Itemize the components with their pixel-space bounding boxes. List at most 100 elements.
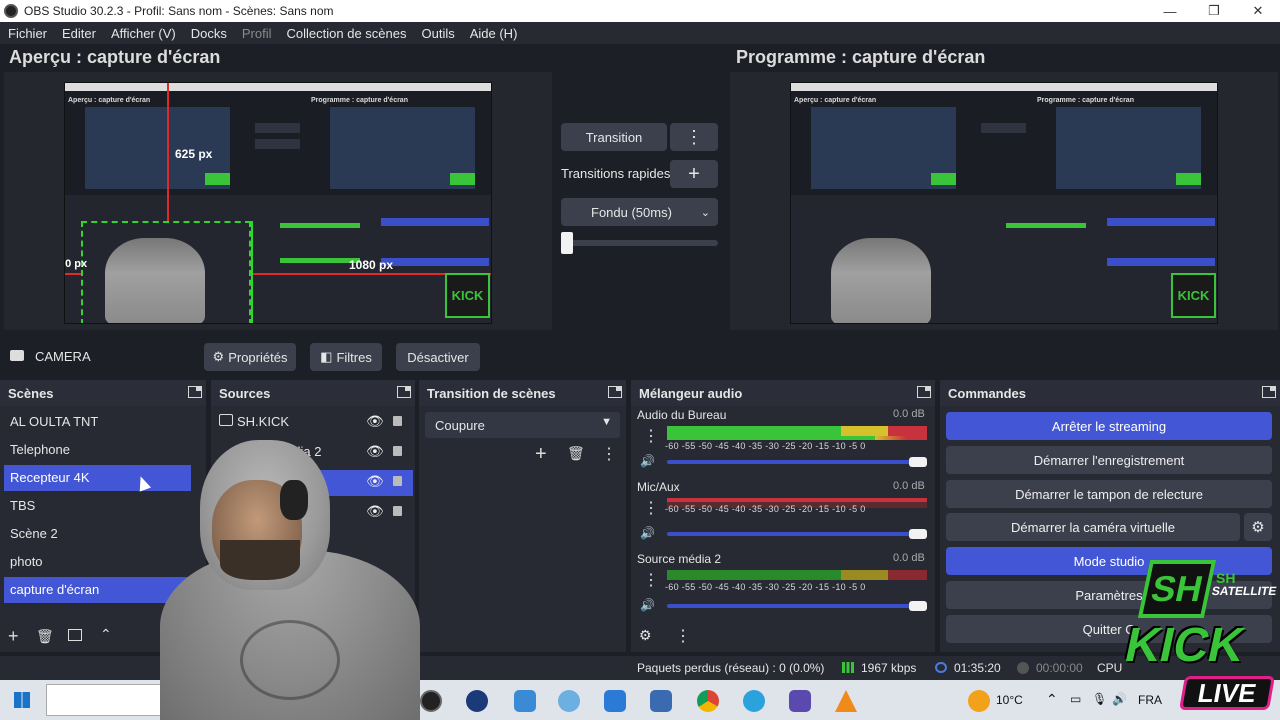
chrome-icon[interactable] (697, 690, 719, 712)
start-recording-button[interactable]: Démarrer l'enregistrement (946, 446, 1272, 474)
menu-afficher[interactable]: Afficher (V) (111, 26, 176, 41)
menu-editer[interactable]: Editer (62, 26, 96, 41)
add-transition-icon[interactable]: + (535, 443, 547, 466)
maximize-button[interactable]: ❐ (1192, 0, 1236, 22)
speaker-icon[interactable]: 🔊 (640, 598, 655, 612)
undock-icon[interactable] (917, 386, 931, 398)
logo-satellite: SATELLITE (1210, 584, 1278, 598)
start-replay-buffer-button[interactable]: Démarrer le tampon de relecture (946, 480, 1272, 508)
quick-transitions-label: Transitions rapides (561, 166, 671, 181)
app-taskbar-icon[interactable] (558, 690, 580, 712)
app-taskbar-icon[interactable] (466, 690, 488, 712)
volume-knob[interactable] (909, 601, 927, 611)
track-menu-icon[interactable]: ⋮ (643, 570, 659, 590)
deactivate-button[interactable]: Désactiver (396, 343, 480, 371)
speaker-icon[interactable]: 🔊 (640, 454, 655, 468)
app-taskbar-icon[interactable] (650, 690, 672, 712)
nested-preview-title-2: Aperçu : capture d'écran (794, 97, 877, 104)
streaming-icon (935, 662, 947, 673)
volume-knob[interactable] (909, 529, 927, 539)
transition-select-value: Coupure (435, 418, 485, 433)
fade-transition-dropdown[interactable]: Fondu (50ms) ⌄ (561, 198, 718, 226)
add-scene-icon[interactable]: + (8, 626, 19, 647)
volume-meter (667, 570, 927, 580)
stream-time: 01:35:20 (954, 661, 1001, 675)
weather-icon (968, 690, 990, 712)
program-frame: Aperçu : capture d'écran Programme : cap… (790, 82, 1218, 324)
sources-title: Sources (219, 386, 271, 401)
volume-slider[interactable] (667, 532, 925, 536)
transition-button[interactable]: Transition (561, 123, 667, 151)
calculator-icon[interactable] (604, 690, 626, 712)
audio-mixer-dock: Mélangeur audio Audio du Bureau 0.0 dB ⋮… (631, 380, 935, 652)
network-icon[interactable]: ▭ (1070, 692, 1081, 706)
menu-outils[interactable]: Outils (421, 26, 454, 41)
start-virtual-camera-button[interactable]: Démarrer la caméra virtuelle (946, 513, 1240, 541)
menu-collection[interactable]: Collection de scènes (287, 26, 407, 41)
close-button[interactable]: ✕ (1236, 0, 1280, 22)
trash-icon[interactable]: 🗑 (36, 628, 54, 645)
lock-icon[interactable] (393, 416, 402, 426)
scene-filter-icon[interactable] (68, 629, 82, 641)
app-taskbar-icon[interactable] (514, 690, 536, 712)
track-menu-icon[interactable]: ⋮ (643, 498, 659, 518)
transitions-title: Transition de scènes (427, 386, 556, 401)
add-quick-transition-icon[interactable]: + (670, 160, 718, 188)
record-time: 00:00:00 (1036, 661, 1083, 675)
filters-label: Filtres (336, 349, 372, 365)
undock-icon[interactable] (1262, 386, 1276, 398)
filter-icon: ◧ (320, 349, 333, 364)
chevron-down-icon: ⌄ (700, 206, 710, 219)
source-item-label[interactable]: SH.KICK (237, 414, 289, 429)
track-name: Source média 2 (637, 552, 722, 566)
preview-frame[interactable]: Aperçu : capture d'écran Programme : cap… (64, 82, 492, 324)
menu-docks[interactable]: Docks (191, 26, 227, 41)
signal-icon (842, 662, 854, 673)
menu-bar: Fichier Editer Afficher (V) Docks Profil… (0, 22, 1280, 44)
undock-icon[interactable] (608, 386, 622, 398)
menu-profil[interactable]: Profil (242, 26, 272, 41)
obs-taskbar-icon[interactable] (420, 690, 442, 712)
menu-fichier[interactable]: Fichier (8, 26, 47, 41)
webcam-overlay (160, 440, 420, 720)
track-db: 0.0 dB (893, 480, 925, 492)
window-titlebar: OBS Studio 30.2.3 - Profil: Sans nom - S… (0, 0, 1280, 22)
nested-preview-title: Aperçu : capture d'écran (68, 97, 151, 104)
tbar-slider[interactable] (561, 240, 718, 246)
tray-expand-icon[interactable]: ⌃ (1046, 691, 1058, 708)
filters-button[interactable]: ◧ Filtres (310, 343, 382, 371)
scene-item[interactable]: AL OULTA TNT (4, 409, 191, 435)
remove-transition-icon[interactable]: 🗑 (567, 445, 585, 462)
windows-start-icon[interactable] (14, 692, 30, 708)
virtual-camera-settings-icon[interactable]: ⚙ (1244, 513, 1272, 541)
transition-select[interactable]: Coupure ▼ (425, 412, 620, 438)
transition-properties-icon[interactable]: ⋮ (601, 444, 617, 464)
mixer-settings-icon[interactable]: ⚙ (639, 627, 652, 644)
commands-title: Commandes (948, 386, 1027, 401)
volume-knob[interactable] (909, 457, 927, 467)
track-menu-icon[interactable]: ⋮ (643, 426, 659, 446)
microphone-icon[interactable]: 🎙 (1092, 692, 1107, 706)
tbar-handle[interactable] (561, 232, 573, 254)
speaker-icon[interactable]: 🔊 (640, 526, 655, 540)
app-taskbar-icon[interactable] (789, 690, 811, 712)
mixer-menu-icon[interactable]: ⋮ (675, 626, 691, 646)
properties-button[interactable]: ⚙ Propriétés (204, 343, 296, 371)
mixer-title: Mélangeur audio (639, 386, 743, 401)
move-up-icon[interactable]: ⌃ (100, 626, 112, 643)
transition-menu-icon[interactable]: ⋮ (670, 123, 718, 151)
logo-kick: KICK (1120, 619, 1249, 672)
track-name: Audio du Bureau (637, 408, 727, 422)
menu-aide[interactable]: Aide (H) (470, 26, 518, 41)
eye-icon[interactable]: 👁 (366, 413, 384, 430)
stop-streaming-button[interactable]: Arrêter le streaming (946, 412, 1272, 440)
undock-icon[interactable] (397, 386, 411, 398)
vlc-icon[interactable] (835, 690, 857, 712)
undock-icon[interactable] (188, 386, 202, 398)
obs-logo-icon (4, 4, 18, 18)
volume-slider[interactable] (667, 460, 925, 464)
minimize-button[interactable]: — (1148, 0, 1192, 22)
volume-slider[interactable] (667, 604, 925, 608)
temperature: 10°C (996, 693, 1023, 707)
telegram-icon[interactable] (743, 690, 765, 712)
